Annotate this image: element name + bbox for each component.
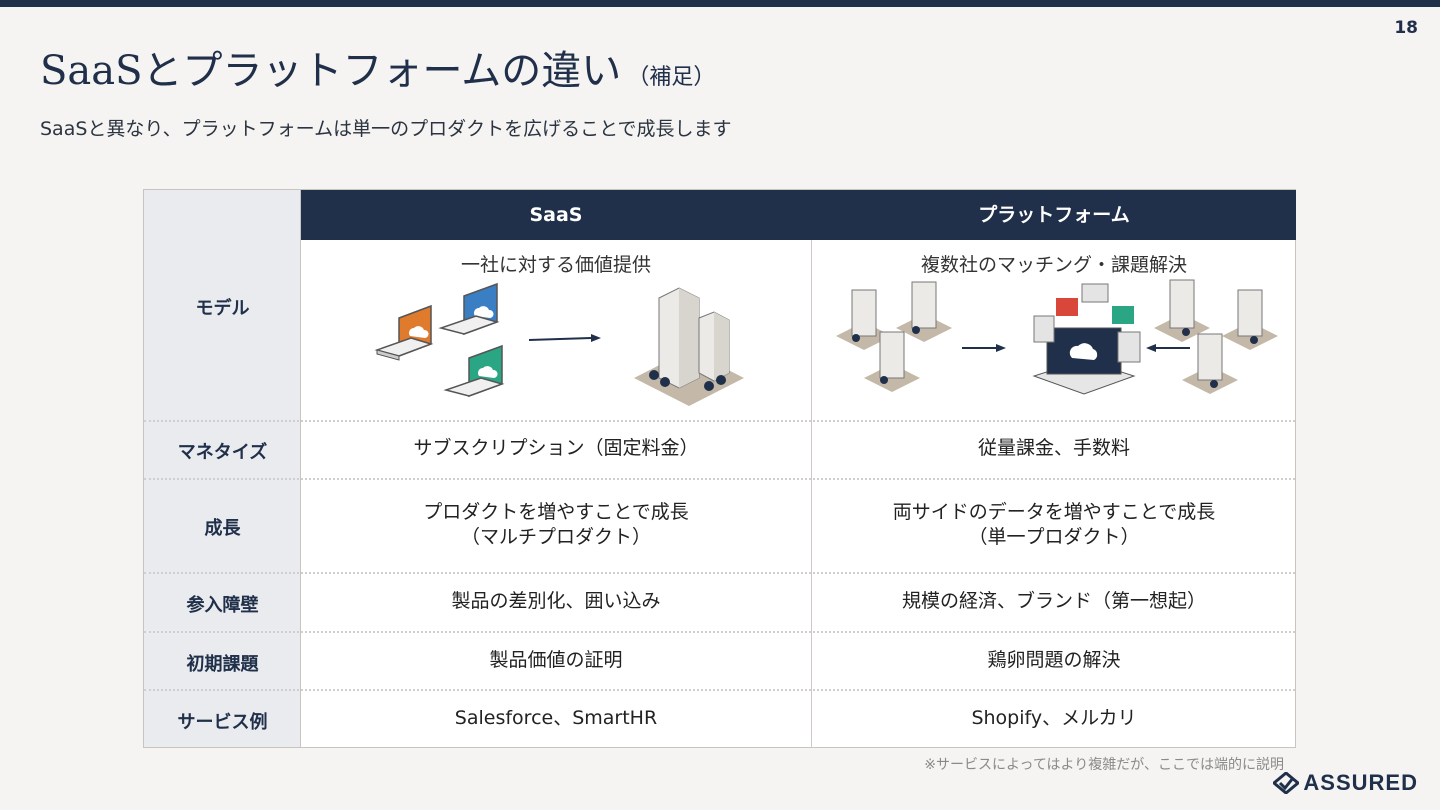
saas-growth-line2: （マルチプロダクト） [460, 526, 651, 548]
saas-entry-barrier-cell: 製品の差別化、囲い込み [451, 590, 661, 612]
row-label-growth: 成長 [204, 518, 241, 539]
arrow-left-icon [1146, 344, 1190, 352]
arrow-right-icon [528, 334, 601, 342]
row-separator [144, 420, 1295, 422]
laptop-blue-icon [438, 282, 500, 336]
building-cluster-left-icon [836, 281, 952, 392]
building-cluster-right-icon [1154, 279, 1278, 394]
assured-logo-mark-icon [1273, 772, 1300, 794]
assured-logo-text: ASSURED [1303, 770, 1418, 795]
row-label-monetize: マネタイズ [177, 442, 268, 463]
footnote: ※サービスによってはより複雑だが、ここでは端的に説明 [924, 757, 1284, 773]
saas-growth-cell: プロダクトを増やすことで成長 （マルチプロダクト） [301, 500, 811, 550]
table-header: SaaS プラットフォーム [301, 190, 1296, 240]
page-subtitle: SaaSと異なり、プラットフォームは単一のプロダクトを広げることで成長します [40, 118, 732, 140]
assured-logo: ASSURED [1273, 770, 1418, 796]
row-separator [144, 631, 1295, 633]
platform-growth-line1: 両サイドのデータを増やすことで成長 [892, 501, 1216, 523]
platform-model-illustration [836, 279, 1278, 395]
row-label-entry-barrier: 参入障壁 [186, 595, 259, 616]
saas-model-caption: 一社に対する価値提供 [460, 254, 651, 276]
office-building-icon [634, 287, 744, 406]
page-title: SaaSとプラットフォームの違い （補足） [40, 38, 715, 96]
header-saas: SaaS [529, 204, 583, 226]
saas-monetize-cell: サブスクリプション（固定料金） [413, 437, 699, 459]
page-title-main: SaaSとプラットフォームの違い [40, 48, 622, 94]
platform-entry-barrier-cell: 規模の経済、ブランド（第一想起） [901, 590, 1206, 612]
comparison-table: SaaS プラットフォーム モデル 一社に対する価値提供 複数社のマッチング・課… [143, 189, 1296, 748]
row-label-model: モデル [195, 298, 250, 319]
saas-initial-challenge-cell: 製品価値の証明 [489, 649, 623, 671]
page-number: 18 [1394, 18, 1418, 38]
row-separator [144, 689, 1295, 691]
row-label-service-examples: サービス例 [177, 712, 268, 733]
platform-laptop-icon [1032, 283, 1141, 395]
saas-growth-line1: プロダクトを増やすことで成長 [423, 501, 689, 523]
platform-growth-line2: （単一プロダクト） [968, 526, 1140, 548]
row-label-initial-challenge: 初期課題 [186, 654, 259, 675]
saas-model-illustration [374, 282, 744, 406]
laptop-orange-icon [374, 304, 434, 361]
platform-service-examples-cell: Shopify、メルカリ [971, 707, 1137, 729]
header-platform: プラットフォーム [978, 204, 1130, 226]
laptop-teal-icon [443, 344, 505, 398]
arrow-right-icon [962, 344, 1006, 352]
platform-model-caption: 複数社のマッチング・課題解決 [920, 254, 1187, 276]
platform-monetize-cell: 従量課金、手数料 [977, 437, 1130, 459]
top-accent-bar [0, 0, 1440, 7]
platform-growth-cell: 両サイドのデータを増やすことで成長 （単一プロダクト） [812, 500, 1296, 550]
row-separator [144, 572, 1295, 574]
page-title-suffix: （補足） [627, 65, 716, 90]
platform-initial-challenge-cell: 鶏卵問題の解決 [987, 649, 1121, 671]
saas-service-examples-cell: Salesforce、SmartHR [454, 707, 658, 729]
row-separator [144, 478, 1295, 480]
